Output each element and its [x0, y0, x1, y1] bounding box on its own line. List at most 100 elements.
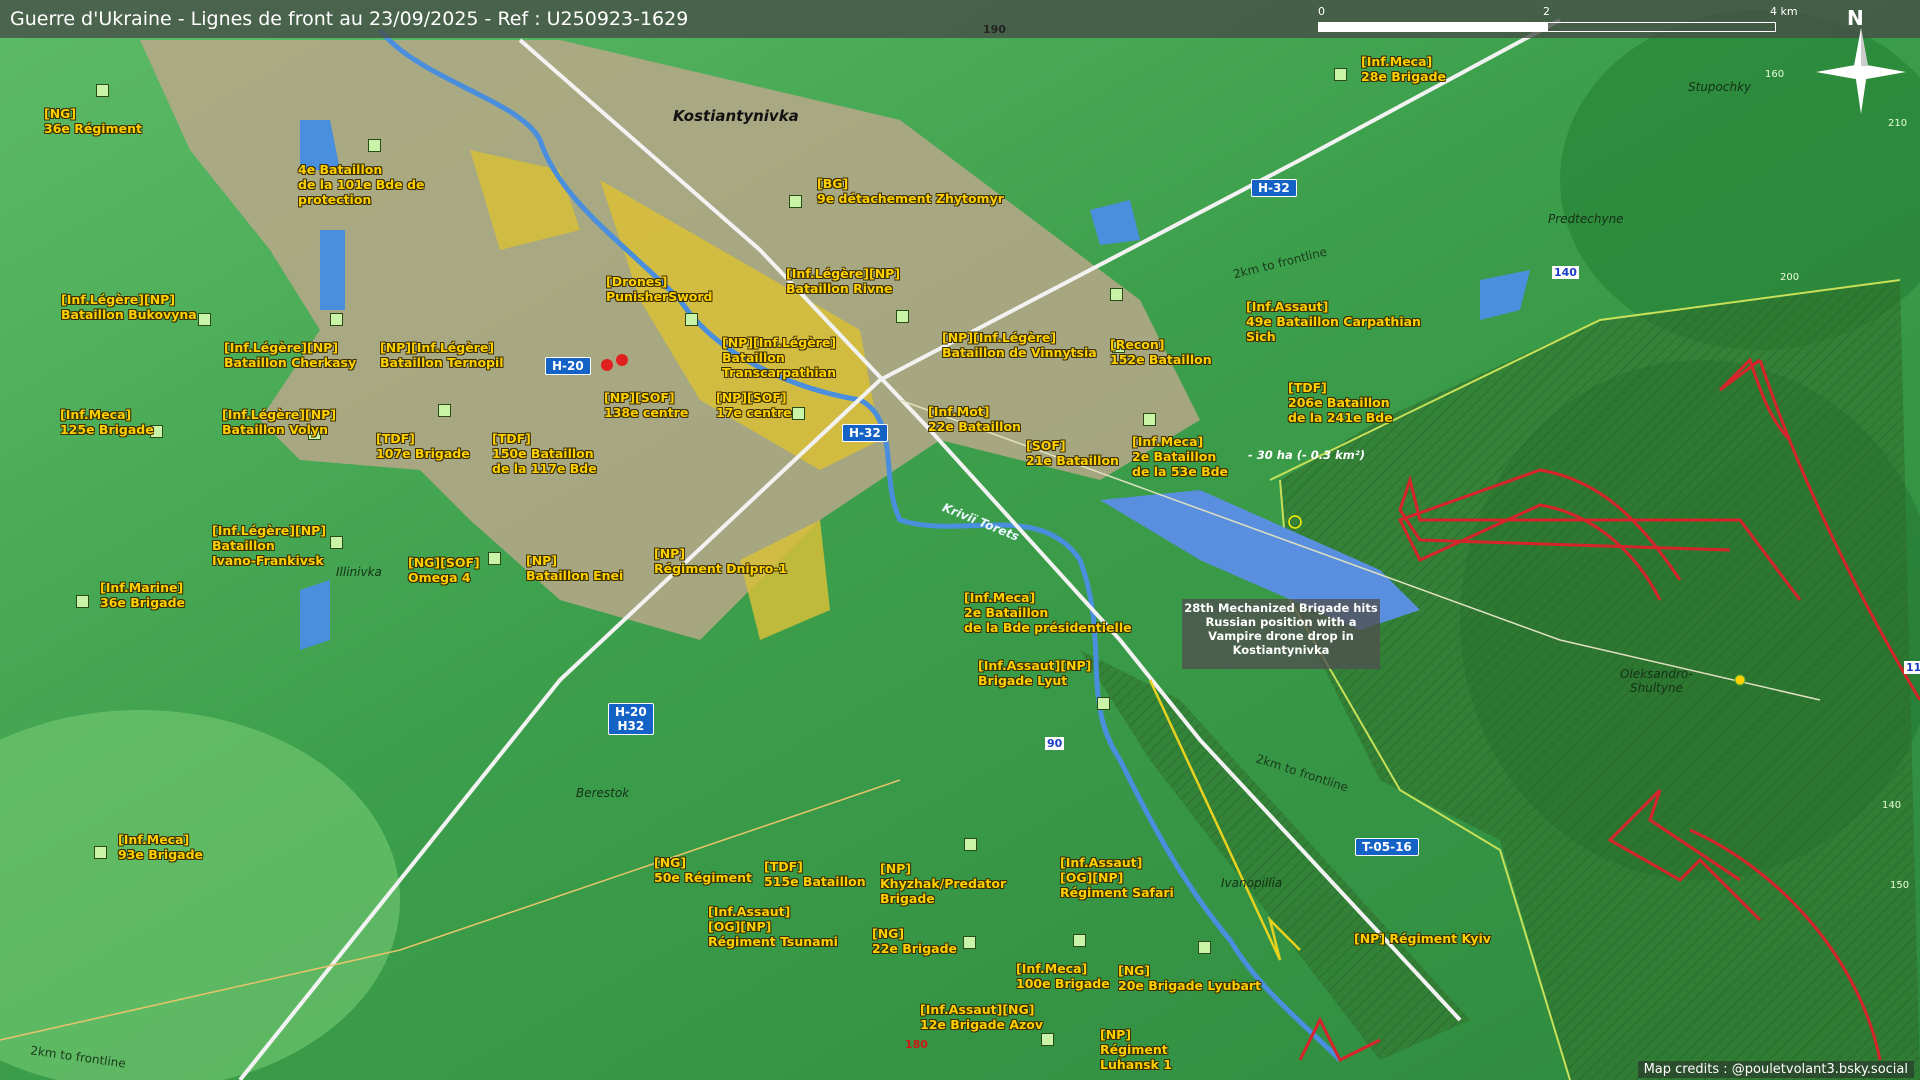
unit-label-u42[interactable]: [NP] Régiment Luhansk 1 — [1100, 1027, 1172, 1072]
unit-type: [Inf.Légère][NP] — [224, 340, 339, 355]
scale-segment-2 — [1547, 22, 1776, 32]
unit-marker-icon[interactable] — [1073, 934, 1086, 947]
unit-label-u3[interactable]: [BG] 9e détachement Zhytomyr — [817, 176, 1004, 206]
unit-label-u27[interactable]: [NP] Régiment Dnipro-1 — [654, 546, 787, 576]
unit-label-u39[interactable]: [Inf.Meca] 100e Brigade — [1016, 961, 1110, 991]
scale-segment-1 — [1318, 22, 1547, 32]
unit-marker-icon[interactable] — [96, 84, 109, 97]
road-h32-label: H32 — [617, 719, 645, 733]
unit-label-u33[interactable]: [TDF] 515e Bataillon — [764, 859, 866, 889]
unit-label-u9[interactable]: [NP][Inf.Légère] Bataillon Ternopil — [380, 340, 504, 370]
unit-marker-icon[interactable] — [789, 195, 802, 208]
unit-name: 93e Brigade — [118, 847, 204, 862]
unit-name-2: Sich — [1246, 329, 1276, 344]
unit-label-u32[interactable]: [NG] 50e Régiment — [654, 855, 752, 885]
unit-name: 152e Bataillon — [1110, 352, 1212, 367]
unit-label-u12[interactable]: [Inf.Assaut] 49e Bataillon Carpathian Sich — [1246, 299, 1421, 344]
unit-label-u8[interactable]: [Inf.Légère][NP] Bataillon Cherkasy — [224, 340, 356, 370]
scale-bar — [1318, 22, 1776, 32]
unit-marker-icon[interactable] — [963, 936, 976, 949]
unit-label-u37[interactable]: [NG] 22e Brigade — [872, 926, 957, 956]
map-title: Guerre d'Ukraine - Lignes de front au 23… — [10, 8, 689, 30]
unit-label-u4[interactable]: [Inf.Meca] 28e Brigade — [1361, 54, 1446, 84]
unit-marker-icon[interactable] — [1041, 1033, 1054, 1046]
unit-label-u11[interactable]: [NP][Inf.Légère] Bataillon de Vinnytsia — [942, 330, 1097, 360]
place-oleksandro: Oleksandro- — [1620, 667, 1693, 681]
unit-label-u26[interactable]: [NP] Bataillon Enei — [526, 553, 623, 583]
event-callout[interactable]: 28th Mechanized Brigade hits Russian pos… — [1182, 599, 1380, 669]
unit-type: [NP][SOF] — [604, 390, 675, 405]
unit-label-u36[interactable]: [Inf.Assaut] [OG][NP] Régiment Tsunami — [708, 904, 838, 949]
unit-type: [NG] — [1118, 963, 1151, 978]
unit-label-u10[interactable]: [NP][Inf.Légère] Bataillon Transcarpathian — [722, 335, 836, 380]
unit-name-2: Ivano-Frankivsk — [212, 553, 324, 568]
unit-label-u18[interactable]: [Inf.Mot] 22e Bataillon — [928, 404, 1021, 434]
unit-marker-icon[interactable] — [896, 310, 909, 323]
event-line-3: Vampire drone drop in — [1208, 629, 1354, 643]
unit-label-u34[interactable]: [NP] Khyzhak/Predator Brigade — [880, 861, 1006, 906]
unit-marker-icon[interactable] — [438, 404, 451, 417]
unit-marker-icon[interactable] — [1334, 68, 1347, 81]
altitude-160: 160 — [1765, 69, 1785, 80]
unit-label-u5[interactable]: [Drones] PunisherSword — [606, 274, 712, 304]
unit-label-u17[interactable]: [NP][SOF] 17e centre — [716, 390, 792, 420]
altitude-210: 210 — [1888, 118, 1908, 129]
road-number-140: 140 — [1552, 266, 1579, 279]
unit-label-u25[interactable]: [NG][SOF] Omega 4 — [408, 555, 480, 585]
unit-name: 125e Brigade — [60, 422, 154, 437]
unit-label-u35[interactable]: [Inf.Assaut] [OG][NP] Régiment Safari — [1060, 855, 1174, 900]
unit-name: 22e Brigade — [872, 941, 958, 956]
place-predtechyne: Predtechyne — [1548, 212, 1624, 226]
unit-name: Bataillon Ternopil — [380, 355, 504, 370]
unit-label-u24[interactable]: [Inf.Légère][NP] Bataillon Ivano-Frankivsk — [212, 523, 326, 568]
event-line-1: 28th Mechanized Brigade hits — [1184, 601, 1378, 615]
unit-label-u1[interactable]: [NG] 36e Régiment — [44, 106, 142, 136]
unit-type: [NG] — [872, 926, 905, 941]
unit-label-u15[interactable]: [Inf.Légère][NP] Bataillon Volyn — [222, 407, 336, 437]
unit-marker-icon[interactable] — [76, 595, 89, 608]
unit-type: [Recon] — [1110, 337, 1165, 352]
unit-label-u30[interactable]: [Inf.Assaut][NP] Brigade Lyut — [978, 658, 1091, 688]
unit-marker-icon[interactable] — [964, 838, 977, 851]
unit-label-u13[interactable]: [Recon] 152e Bataillon — [1110, 337, 1212, 367]
unit-name: Régiment Dnipro-1 — [654, 561, 788, 576]
unit-marker-icon[interactable] — [1110, 288, 1123, 301]
unit-marker-icon[interactable] — [330, 536, 343, 549]
unit-label-u6[interactable]: [Inf.Légère][NP] Bataillon Rivne — [786, 266, 900, 296]
unit-label-u16[interactable]: [NP][SOF] 138e centre — [604, 390, 688, 420]
scale-label-2: 2 — [1543, 5, 1550, 18]
unit-label-u29[interactable]: [Inf.Meca] 2e Bataillon de la Bde présiden… — [964, 590, 1132, 635]
unit-label-u40[interactable]: [NG] 20e Brigade Lyubart — [1118, 963, 1261, 993]
unit-name: 107e Brigade — [376, 446, 470, 461]
unit-marker-icon[interactable] — [1198, 941, 1211, 954]
unit-label-u23[interactable]: [Inf.Meca] 2e Bataillon de la 53e Bde — [1132, 434, 1228, 479]
unit-label-u28[interactable]: [Inf.Marine] 36e Brigade — [100, 580, 185, 610]
unit-label-u38[interactable]: [NP] Régiment Kyiv — [1354, 931, 1491, 946]
unit-marker-icon[interactable] — [685, 313, 698, 326]
unit-marker-icon[interactable] — [1143, 413, 1156, 426]
unit-marker-icon[interactable] — [330, 313, 343, 326]
unit-name-2: Brigade — [880, 891, 935, 906]
unit-marker-icon[interactable] — [792, 407, 805, 420]
unit-marker-icon[interactable] — [488, 552, 501, 565]
unit-label-u31[interactable]: [Inf.Meca] 93e Brigade — [118, 832, 203, 862]
unit-marker-icon[interactable] — [94, 846, 107, 859]
unit-type: [NP][SOF] — [716, 390, 787, 405]
unit-marker-icon[interactable] — [368, 139, 381, 152]
unit-name: 17e centre — [716, 405, 792, 420]
unit-marker-icon[interactable] — [198, 313, 211, 326]
unit-label-u14[interactable]: [Inf.Meca] 125e Brigade — [60, 407, 154, 437]
unit-label-u19[interactable]: [TDF] 206e Bataillon de la 241e Bde — [1288, 380, 1393, 425]
unit-type: [TDF] — [1288, 380, 1327, 395]
unit-type: [NG][SOF] — [408, 555, 480, 570]
unit-type: [NG] — [654, 855, 687, 870]
unit-label-u41[interactable]: [Inf.Assaut][NG] 12e Brigade Azov — [920, 1002, 1043, 1032]
unit-label-u7[interactable]: [Inf.Légère][NP] Bataillon Bukovyna — [61, 292, 197, 322]
unit-label-u22[interactable]: [SOF] 21e Bataillon — [1026, 438, 1119, 468]
altitude-140: 140 — [1882, 800, 1902, 811]
unit-label-u20[interactable]: [TDF] 107e Brigade — [376, 431, 470, 461]
unit-label-u21[interactable]: [TDF] 150e Bataillon de la 117e Bde — [492, 431, 597, 476]
unit-label-u2[interactable]: 4e Bataillon de la 101e Bde de protection — [298, 162, 425, 207]
unit-name: Bataillon — [212, 538, 275, 553]
unit-marker-icon[interactable] — [1097, 697, 1110, 710]
